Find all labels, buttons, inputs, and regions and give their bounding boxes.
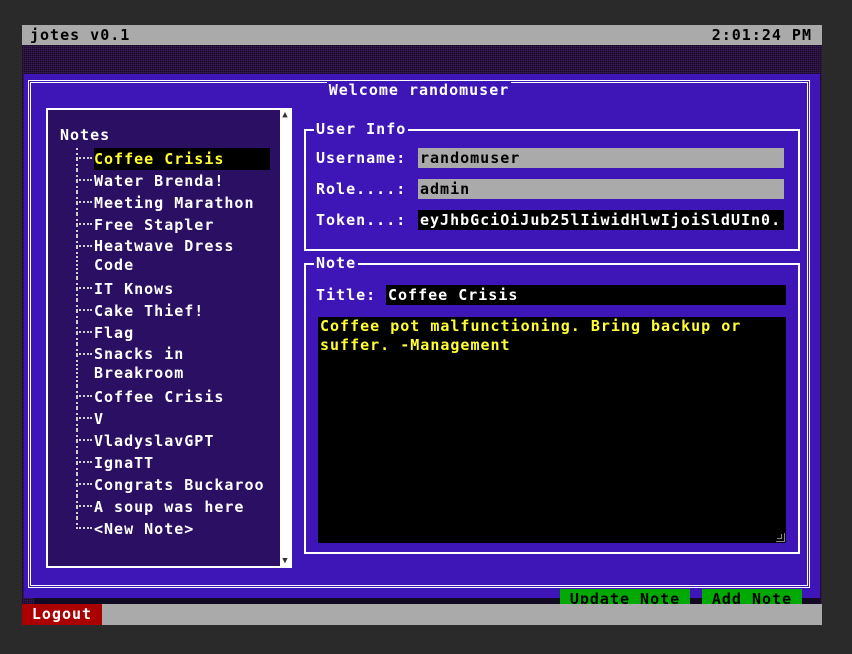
note-item[interactable]: Cake Thief! bbox=[76, 300, 270, 322]
note-title-input[interactable]: Coffee Crisis bbox=[386, 285, 786, 305]
note-body-text: Coffee pot malfunctioning. Bring backup … bbox=[320, 317, 742, 354]
note-item[interactable]: Coffee Crisis bbox=[76, 148, 270, 170]
main-dialog: Welcome randomuser Notes Coffee Crisis W… bbox=[24, 74, 820, 615]
note-item-label: Free Stapler bbox=[94, 216, 215, 234]
note-item-label: Coffee Crisis bbox=[94, 148, 270, 170]
user-info-group: User Info Username: randomuser Role....:… bbox=[304, 120, 800, 251]
note-item-label: Coffee Crisis bbox=[94, 388, 225, 406]
note-item-label: IgnaTT bbox=[94, 454, 155, 472]
desktop-background: Welcome randomuser Notes Coffee Crisis W… bbox=[22, 45, 822, 615]
terminal-screen: jotes v0.1 2:01:24 PM Welcome randomuser… bbox=[22, 25, 822, 625]
note-item-label: A soup was here bbox=[94, 498, 245, 516]
scroll-down-arrow-icon[interactable]: ▼ bbox=[280, 556, 290, 566]
role-label: Role....: bbox=[316, 180, 407, 198]
note-item-label: Meeting Marathon bbox=[94, 194, 255, 212]
dialog-title: Welcome randomuser bbox=[326, 81, 512, 99]
username-field[interactable]: randomuser bbox=[418, 148, 784, 168]
note-item[interactable]: Heatwave Dress Code bbox=[76, 236, 270, 278]
note-title: Note bbox=[314, 254, 359, 272]
note-item[interactable]: V bbox=[76, 408, 270, 430]
app-title: jotes v0.1 bbox=[30, 26, 131, 44]
notes-scrollbar[interactable]: ▲ ▼ bbox=[280, 110, 290, 566]
note-item-label: <New Note> bbox=[94, 520, 195, 538]
note-item[interactable]: Coffee Crisis bbox=[76, 386, 270, 408]
note-item-label: VladyslavGPT bbox=[94, 432, 215, 450]
token-label: Token...: bbox=[316, 211, 407, 229]
role-field[interactable]: admin bbox=[418, 179, 784, 199]
note-item[interactable]: Free Stapler bbox=[76, 214, 270, 236]
note-item-label: Congrats Buckaroo bbox=[94, 476, 265, 494]
note-item[interactable]: A soup was here bbox=[76, 496, 270, 518]
note-group: Note Title: Coffee Crisis Coffee pot mal… bbox=[304, 254, 800, 554]
title-bar: jotes v0.1 2:01:24 PM bbox=[22, 25, 822, 45]
title-label: Title: bbox=[316, 286, 377, 304]
note-item[interactable]: Congrats Buckaroo bbox=[76, 474, 270, 496]
username-label: Username: bbox=[316, 149, 407, 167]
notes-tree[interactable]: Coffee Crisis Water Brenda! Meeting Mara… bbox=[76, 148, 270, 540]
note-item-label: Flag bbox=[94, 324, 135, 342]
note-item-label: Cake Thief! bbox=[94, 302, 205, 320]
note-item-label: Heatwave Dress Code bbox=[94, 237, 235, 274]
note-item-label: V bbox=[94, 410, 105, 428]
clock: 2:01:24 PM bbox=[711, 26, 812, 44]
notes-panel[interactable]: Notes Coffee Crisis Water Brenda! Meetin… bbox=[46, 108, 292, 568]
status-bar: Logout bbox=[22, 604, 822, 625]
new-note-item[interactable]: <New Note> bbox=[76, 518, 270, 540]
notes-label: Notes bbox=[60, 126, 111, 144]
note-item-label: IT Knows bbox=[94, 280, 175, 298]
user-info-title: User Info bbox=[314, 120, 409, 138]
note-item-label: Water Brenda! bbox=[94, 172, 225, 190]
note-item[interactable]: VladyslavGPT bbox=[76, 430, 270, 452]
note-item[interactable]: IT Knows bbox=[76, 278, 270, 300]
note-item[interactable]: IgnaTT bbox=[76, 452, 270, 474]
logout-button[interactable]: Logout bbox=[22, 604, 102, 625]
note-item-label: Snacks in Breakroom bbox=[94, 345, 185, 382]
note-item[interactable]: Flag bbox=[76, 322, 270, 344]
resize-grip-icon[interactable] bbox=[776, 533, 785, 542]
note-item[interactable]: Meeting Marathon bbox=[76, 192, 270, 214]
note-item[interactable]: Water Brenda! bbox=[76, 170, 270, 192]
note-item[interactable]: Snacks in Breakroom bbox=[76, 344, 270, 386]
scroll-up-arrow-icon[interactable]: ▲ bbox=[280, 110, 290, 120]
note-body-textarea[interactable]: Coffee pot malfunctioning. Bring backup … bbox=[318, 317, 786, 543]
token-field[interactable]: eyJhbGciOiJub25lIiwidHlwIjoiSldUIn0. bbox=[418, 210, 784, 230]
